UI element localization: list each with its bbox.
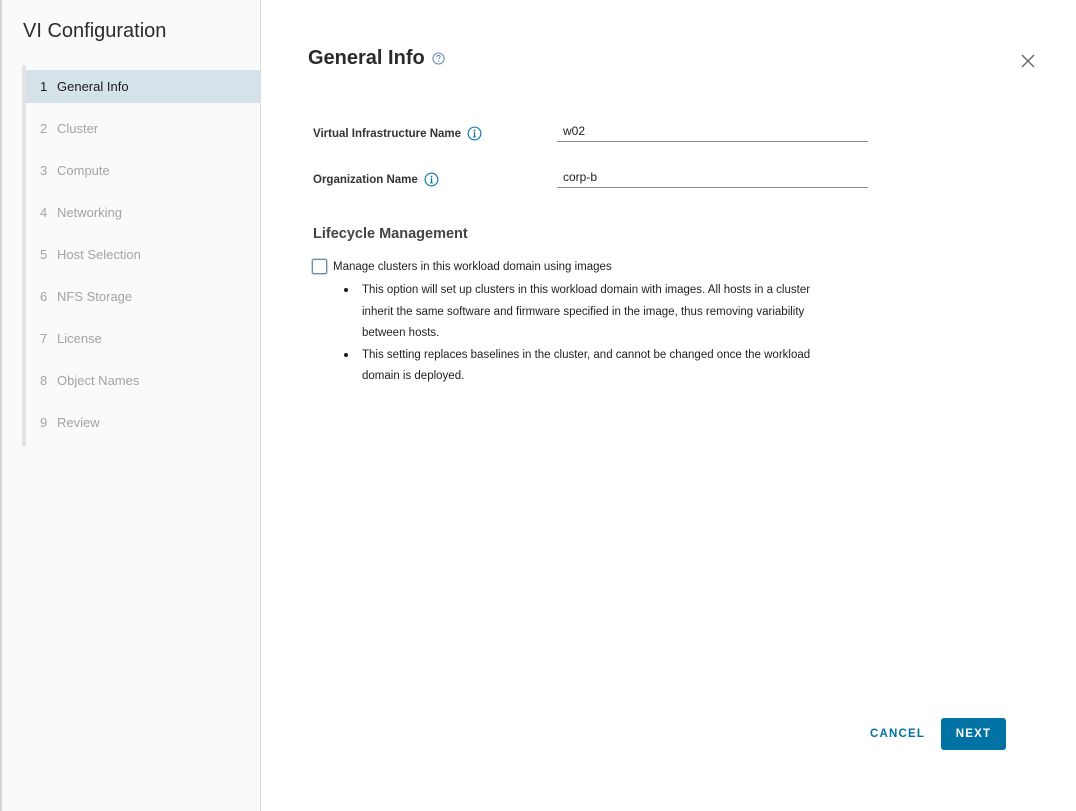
step-label: NFS Storage — [57, 289, 133, 304]
step-review[interactable]: 9 Review — [26, 406, 261, 439]
org-name-label: Organization Name — [313, 172, 439, 187]
org-name-label-text: Organization Name — [313, 173, 418, 186]
manage-images-row[interactable]: Manage clusters in this workload domain … — [312, 259, 612, 274]
step-license[interactable]: 7 License — [26, 322, 261, 355]
step-number: 1 — [40, 79, 48, 94]
manage-images-label[interactable]: Manage clusters in this workload domain … — [333, 261, 612, 273]
step-number: 7 — [40, 331, 48, 346]
step-object-names[interactable]: 8 Object Names — [26, 364, 261, 397]
lifecycle-section-title: Lifecycle Management — [313, 226, 468, 242]
wizard-sidebar: VI Configuration 1 General Info 2 Cluste… — [2, 0, 261, 811]
wizard-steps: 1 General Info 2 Cluster 3 Compute 4 Net… — [22, 65, 261, 446]
step-host-selection[interactable]: 5 Host Selection — [26, 238, 261, 271]
page-title-text: General Info — [308, 47, 425, 69]
step-label: Compute — [57, 163, 110, 178]
close-icon[interactable] — [1020, 53, 1036, 69]
step-number: 6 — [40, 289, 48, 304]
manage-images-checkbox[interactable] — [312, 259, 327, 274]
org-name-input[interactable] — [557, 166, 868, 188]
list-item: This option will set up clusters in this… — [344, 280, 844, 345]
lifecycle-notes: This option will set up clusters in this… — [344, 280, 844, 388]
step-label: Host Selection — [57, 247, 141, 262]
wizard-modal: VI Configuration 1 General Info 2 Cluste… — [0, 0, 1076, 811]
help-circle-icon[interactable] — [432, 52, 445, 65]
step-cluster[interactable]: 2 Cluster — [26, 112, 261, 145]
step-general-info[interactable]: 1 General Info — [26, 70, 261, 103]
info-circle-icon[interactable] — [467, 126, 482, 141]
step-label: Networking — [57, 205, 123, 220]
next-button[interactable]: NEXT — [941, 718, 1006, 750]
step-networking[interactable]: 4 Networking — [26, 196, 261, 229]
info-circle-icon[interactable] — [424, 172, 439, 187]
vi-name-label-text: Virtual Infrastructure Name — [313, 127, 462, 140]
step-number: 9 — [40, 415, 48, 430]
step-number: 8 — [40, 373, 48, 388]
step-label: Object Names — [57, 373, 140, 388]
step-number: 3 — [40, 163, 48, 178]
step-number: 4 — [40, 205, 48, 220]
step-label: Cluster — [57, 121, 99, 136]
vi-name-input[interactable] — [557, 120, 868, 142]
step-label: License — [57, 331, 102, 346]
list-item: This setting replaces baselines in the c… — [344, 345, 844, 388]
cancel-button[interactable]: CANCEL — [860, 718, 935, 750]
page-title: General Info — [308, 47, 445, 70]
step-label: Review — [57, 415, 100, 430]
step-nfs-storage[interactable]: 6 NFS Storage — [26, 280, 261, 313]
step-number: 2 — [40, 121, 48, 136]
wizard-content: General Info Virtual Infrastructure Name… — [262, 0, 1076, 811]
wizard-title: VI Configuration — [23, 20, 167, 42]
step-label: General Info — [57, 79, 129, 94]
step-number: 5 — [40, 247, 48, 262]
vi-name-label: Virtual Infrastructure Name — [313, 126, 482, 141]
step-compute[interactable]: 3 Compute — [26, 154, 261, 187]
